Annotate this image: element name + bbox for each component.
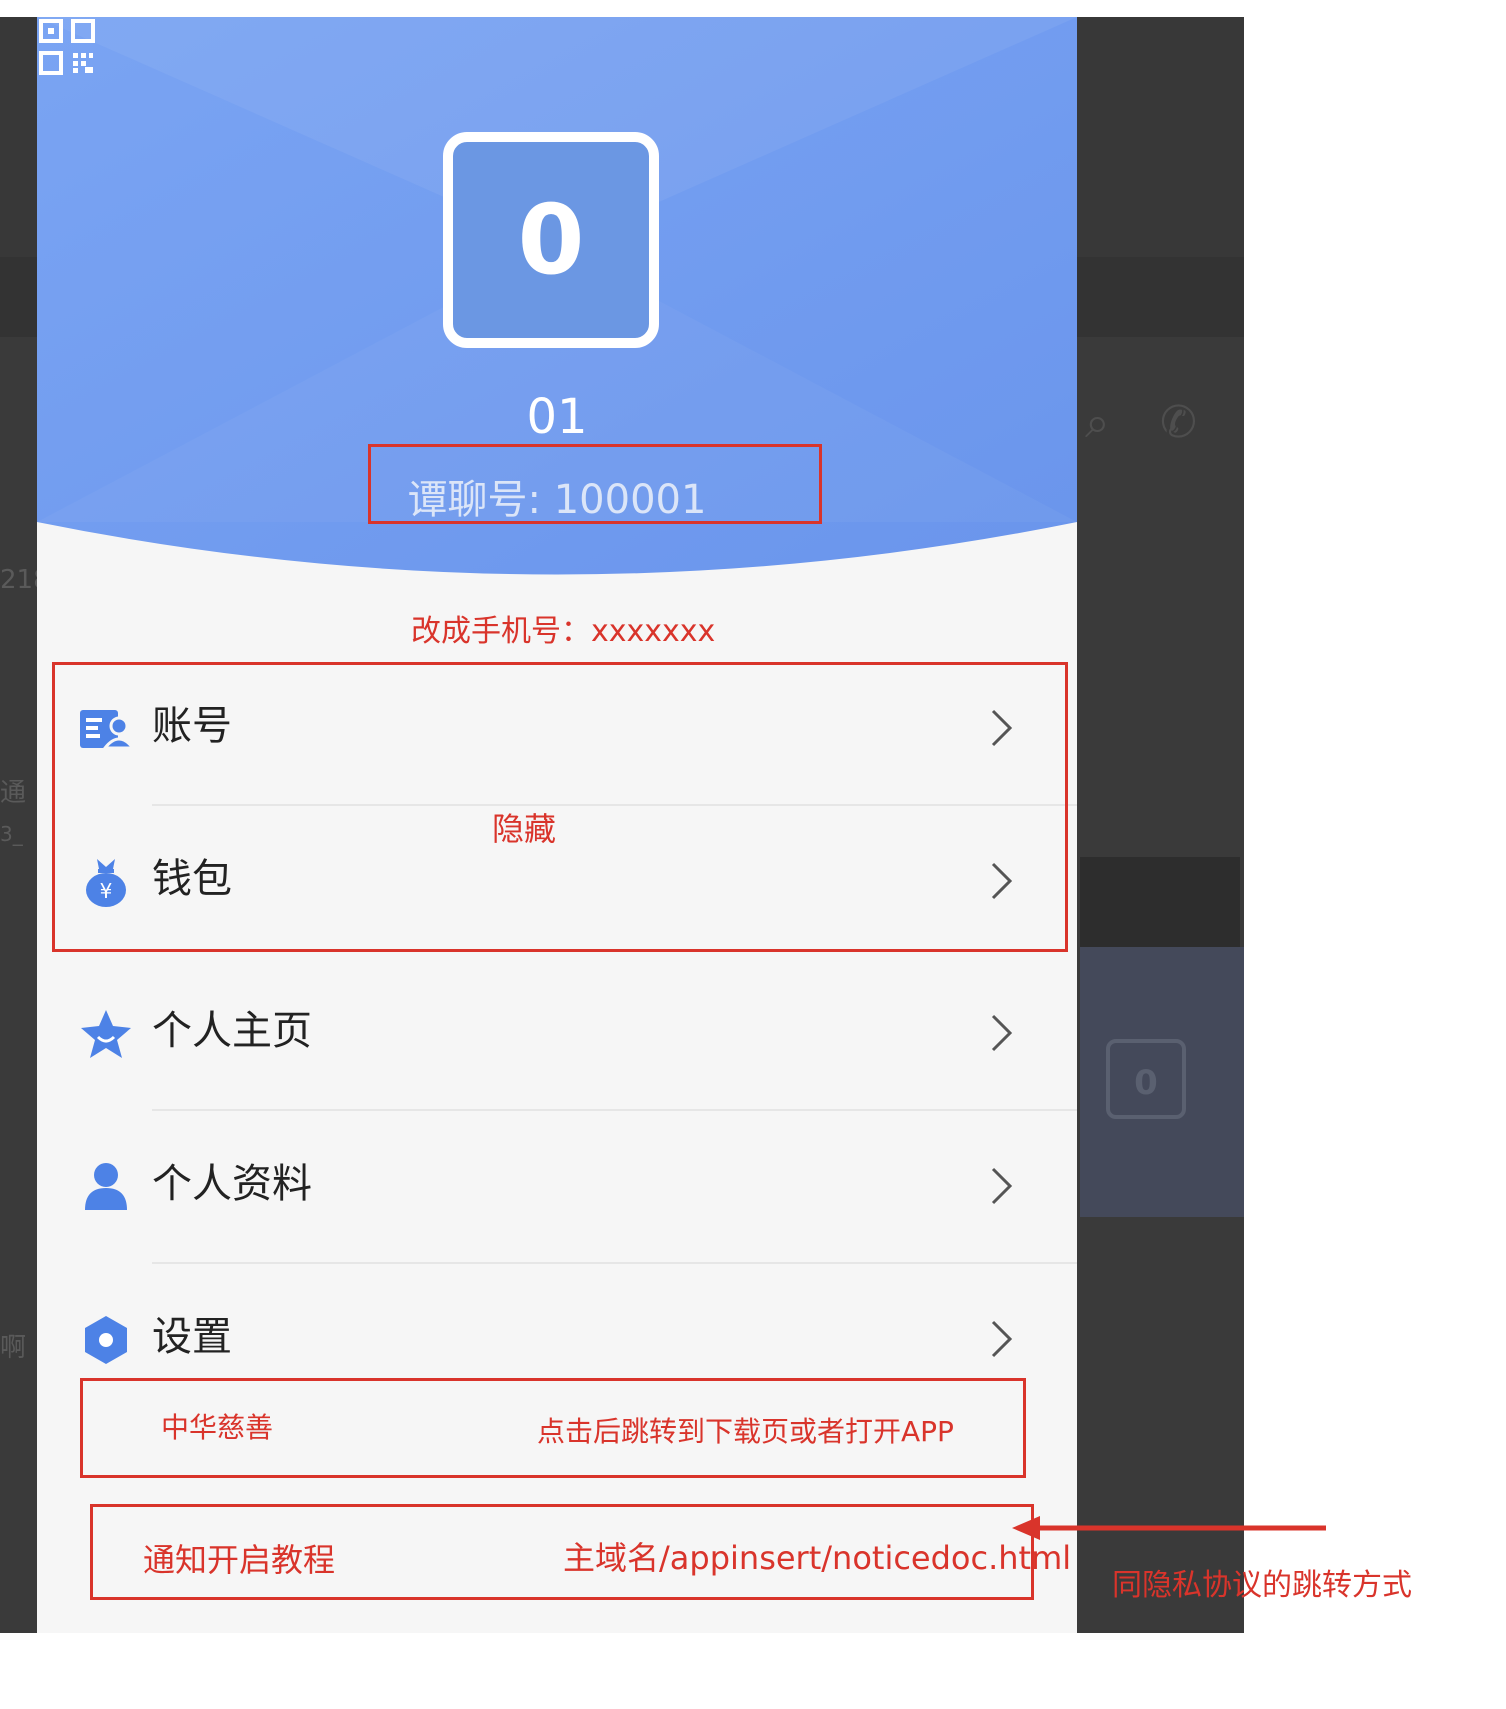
menu-item-label: 设置 — [152, 1314, 232, 1360]
background-card — [1080, 857, 1240, 947]
chevron-right-icon — [991, 1014, 1013, 1052]
avatar[interactable]: 0 — [443, 132, 659, 348]
annotation-privacy-note: 同隐私协议的跳转方式 — [1112, 1568, 1412, 1603]
star-icon — [81, 1010, 131, 1058]
menu-item-profile[interactable]: 个人资料 — [37, 1110, 1077, 1262]
chevron-right-icon — [991, 1167, 1013, 1205]
annotation-notice-url: 主域名/appinsert/noticedoc.html — [563, 1539, 1072, 1577]
background-text-fragment: 啊 — [0, 1333, 27, 1363]
menu-item-label: 个人主页 — [152, 1008, 312, 1054]
background-text-fragment: 3_ — [0, 822, 23, 846]
annotation-arrow-icon — [1012, 1516, 1326, 1540]
annotation-charity-note: 点击后跳转到下载页或者打开APP — [537, 1415, 954, 1448]
annotation-charity-label: 中华慈善 — [161, 1411, 274, 1444]
qr-code-icon[interactable] — [37, 17, 97, 77]
hexagon-settings-icon — [85, 1316, 127, 1364]
hide-annotation-box — [52, 662, 1068, 952]
chevron-right-icon — [991, 1320, 1013, 1358]
background-mini-profile: 0 — [1080, 947, 1244, 1217]
menu-item-label: 个人资料 — [152, 1161, 312, 1207]
background-mini-avatar: 0 — [1106, 1039, 1186, 1119]
annotation-hide: 隐藏 — [492, 810, 557, 848]
annotation-notice-label: 通知开启教程 — [143, 1541, 336, 1579]
background-text-fragment: 通 — [0, 778, 27, 808]
annotation-change-to-phone: 改成手机号：xxxxxxx — [411, 614, 716, 649]
background-phone-icon: ✆ — [1160, 397, 1197, 448]
id-annotation-box — [368, 444, 822, 524]
menu-item-homepage[interactable]: 个人主页 — [37, 957, 1077, 1109]
background-search-icon: ⌕ — [1085, 397, 1110, 448]
nickname: 01 — [526, 389, 588, 445]
person-icon — [85, 1163, 127, 1210]
